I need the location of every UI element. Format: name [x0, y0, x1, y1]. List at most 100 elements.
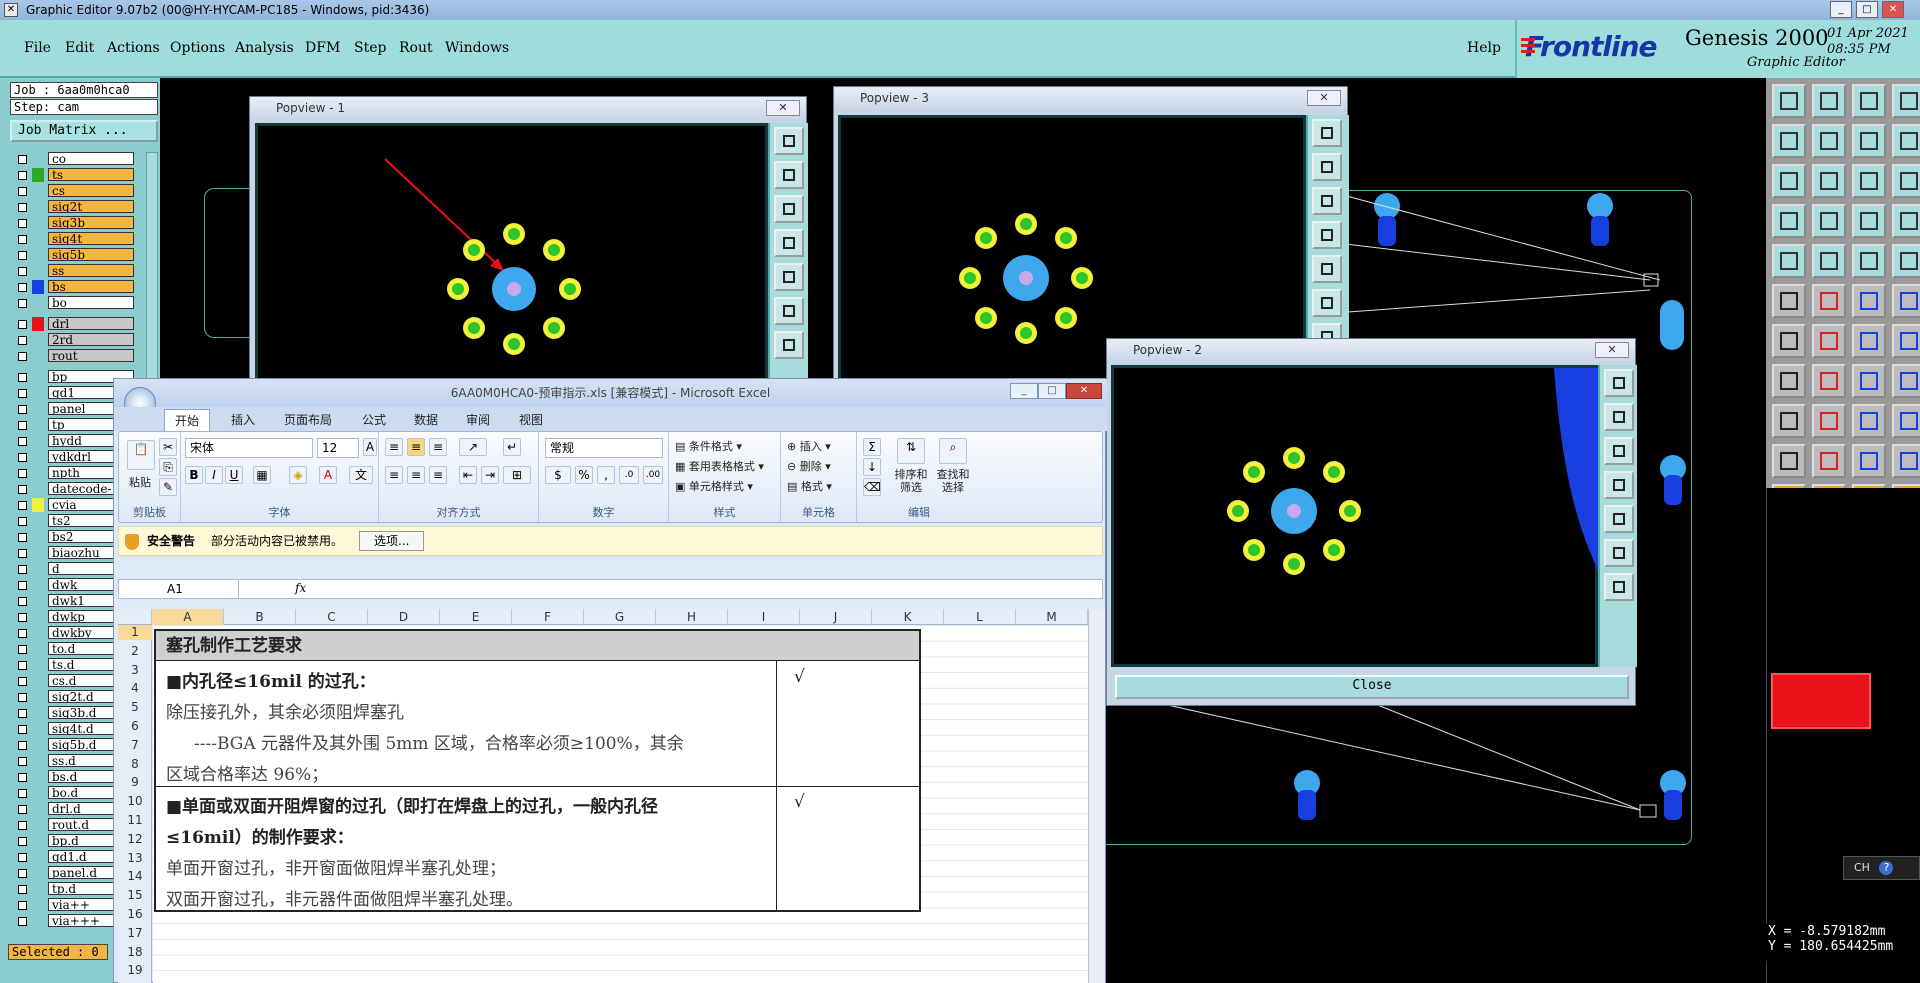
currency-icon[interactable]: $	[545, 466, 571, 484]
layer-color-swatch[interactable]	[32, 658, 44, 672]
format-cells-button[interactable]: ▤ 格式 ▾	[787, 478, 832, 494]
layer-color-swatch[interactable]	[32, 882, 44, 896]
merge-center-icon[interactable]: ⊞	[503, 466, 531, 484]
popview-2-close-icon[interactable]: ✕	[1595, 342, 1629, 358]
layer-color-swatch[interactable]	[32, 333, 44, 347]
align-bottom-icon[interactable]: ≡	[429, 438, 447, 456]
layer-color-swatch[interactable]	[32, 184, 44, 198]
layer-checkbox[interactable]	[18, 789, 27, 798]
name-box[interactable]: A1	[119, 580, 239, 598]
layer-row-sig2t[interactable]: sig2t	[14, 200, 134, 214]
row-header[interactable]: 9	[118, 775, 152, 790]
percent-icon[interactable]: %	[575, 466, 593, 484]
layer-checkbox[interactable]	[18, 251, 27, 260]
row-header[interactable]: 13	[118, 851, 152, 866]
formula-input[interactable]	[315, 580, 1102, 598]
tool-button-icon[interactable]	[1852, 244, 1886, 278]
column-header[interactable]: B	[224, 609, 296, 625]
layer-checkbox[interactable]	[18, 549, 27, 558]
tool-button-icon[interactable]	[1812, 244, 1846, 278]
layer-checkbox[interactable]	[18, 437, 27, 446]
sort-filter-label[interactable]: 排序和筛选	[893, 468, 929, 494]
layer-row-bo[interactable]: bo	[14, 296, 134, 310]
delete-cells-button[interactable]: ⊖ 删除 ▾	[787, 458, 831, 474]
copy-icon[interactable]: ⎘	[159, 458, 177, 476]
orientation-icon[interactable]: ↗	[459, 438, 487, 456]
layer-color-swatch[interactable]	[32, 594, 44, 608]
popview-tool-icon[interactable]	[774, 263, 804, 291]
layer-checkbox[interactable]	[18, 320, 27, 329]
column-header[interactable]: F	[512, 609, 584, 625]
tool-button-icon[interactable]	[1892, 444, 1920, 478]
layer-checkbox[interactable]	[18, 453, 27, 462]
layer-checkbox[interactable]	[18, 421, 27, 430]
tool-button-icon[interactable]	[1852, 324, 1886, 358]
layer-checkbox[interactable]	[18, 597, 27, 606]
layer-row-2rd[interactable]: 2rd	[14, 333, 134, 347]
cell-style-button[interactable]: ▣ 单元格样式 ▾	[675, 478, 753, 494]
layer-name[interactable]: ss	[48, 264, 134, 277]
align-center-icon[interactable]: ≡	[407, 466, 425, 484]
layer-row-sig3b[interactable]: sig3b	[14, 216, 134, 230]
layer-color-swatch[interactable]	[32, 370, 44, 384]
bold-icon[interactable]: B	[185, 466, 203, 484]
tab-home[interactable]: 开始	[164, 409, 211, 431]
popview-tool-icon[interactable]	[1604, 573, 1634, 601]
tool-button-icon[interactable]	[1852, 164, 1886, 198]
menu-file[interactable]: File	[24, 40, 51, 56]
popview-1-close-icon[interactable]: ✕	[766, 100, 800, 116]
layer-color-swatch[interactable]	[32, 818, 44, 832]
excel-close-button[interactable]: ✕	[1066, 383, 1102, 399]
layer-color-swatch[interactable]	[32, 152, 44, 166]
tool-button-icon[interactable]	[1812, 164, 1846, 198]
row-header[interactable]: 16	[118, 907, 152, 922]
layer-checkbox[interactable]	[18, 336, 27, 345]
layer-color-swatch[interactable]	[32, 482, 44, 496]
layer-color-swatch[interactable]	[32, 498, 44, 512]
layer-color-swatch[interactable]	[32, 200, 44, 214]
popview-tool-icon[interactable]	[1312, 289, 1342, 317]
maximize-button[interactable]: □	[1856, 1, 1878, 18]
layer-checkbox[interactable]	[18, 389, 27, 398]
menu-step[interactable]: Step	[354, 40, 386, 56]
tool-button-icon[interactable]	[1892, 324, 1920, 358]
layer-color-swatch[interactable]	[32, 578, 44, 592]
row-header[interactable]: 18	[118, 945, 152, 960]
layer-checkbox[interactable]	[18, 501, 27, 510]
layer-color-swatch[interactable]	[32, 738, 44, 752]
menu-analysis[interactable]: Analysis	[235, 40, 294, 56]
fill-color-icon[interactable]: ◈	[289, 466, 307, 484]
align-top-icon[interactable]: ≡	[385, 438, 403, 456]
layer-color-swatch[interactable]	[32, 674, 44, 688]
popview-2-window[interactable]: Popview - 2 ✕ Close	[1106, 338, 1637, 706]
tool-button-icon[interactable]	[1772, 244, 1806, 278]
tool-button-icon[interactable]	[1772, 364, 1806, 398]
fx-icon[interactable]: fx	[295, 581, 306, 595]
tool-button-icon[interactable]	[1812, 404, 1846, 438]
tool-button-icon[interactable]	[1852, 124, 1886, 158]
layer-name[interactable]: bs	[48, 280, 134, 293]
popview-2-canvas[interactable]	[1111, 365, 1601, 667]
layer-checkbox[interactable]	[18, 203, 27, 212]
column-header[interactable]: A	[152, 609, 224, 625]
phonetic-icon[interactable]: 文	[349, 466, 373, 484]
layer-checkbox[interactable]	[18, 187, 27, 196]
font-size-select[interactable]: 12	[317, 438, 359, 458]
layer-color-swatch[interactable]	[32, 450, 44, 464]
mini-map-view-rect[interactable]	[1771, 673, 1871, 729]
popview-1-canvas[interactable]	[255, 123, 768, 387]
tool-button-icon[interactable]	[1812, 364, 1846, 398]
popview-tool-icon[interactable]	[1312, 153, 1342, 181]
tab-insert[interactable]: 插入	[231, 411, 255, 428]
menu-windows[interactable]: Windows	[445, 40, 509, 56]
row-header[interactable]: 7	[118, 738, 152, 753]
popview-tool-icon[interactable]	[1604, 539, 1634, 567]
layer-row-ss[interactable]: ss	[14, 264, 134, 278]
excel-maximize-button[interactable]: □	[1038, 383, 1066, 399]
layer-checkbox[interactable]	[18, 373, 27, 382]
layer-checkbox[interactable]	[18, 677, 27, 686]
layer-color-swatch[interactable]	[32, 248, 44, 262]
insert-cells-button[interactable]: ⊕ 插入 ▾	[787, 438, 831, 454]
layer-name[interactable]: 2rd	[48, 333, 134, 346]
tool-button-icon[interactable]	[1812, 324, 1846, 358]
